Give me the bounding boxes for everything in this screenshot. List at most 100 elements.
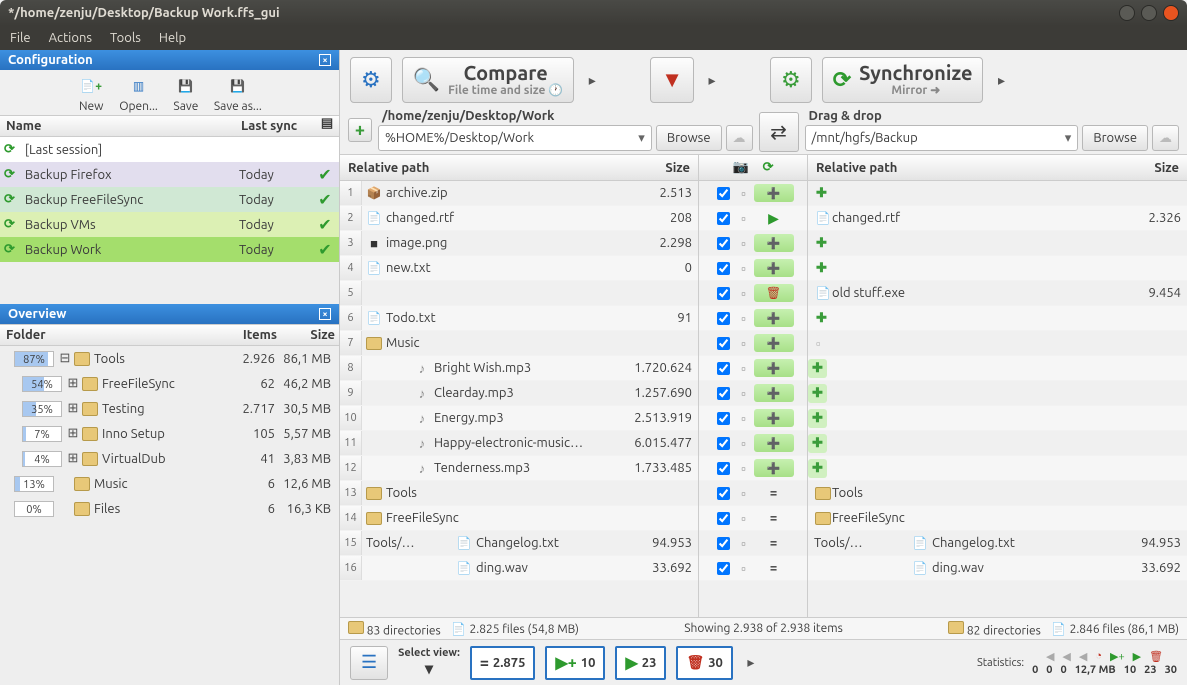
mid-grid-row[interactable]: ▫ [699, 256, 807, 281]
ov-header-folder[interactable]: Folder [0, 325, 233, 345]
mid-grid-row[interactable]: ▫ [699, 431, 807, 456]
overview-row[interactable]: 13%Music612,6 MB [0, 471, 339, 496]
row-checkbox[interactable] [717, 187, 730, 200]
mid-grid-row[interactable]: ▫ [699, 206, 807, 231]
action-icon[interactable] [754, 384, 794, 402]
right-grid-row[interactable]: ding.wav33.692 [808, 556, 1187, 581]
expand-icon[interactable]: ⊞ [66, 451, 80, 466]
action-icon[interactable] [754, 234, 794, 252]
left-grid-row[interactable]: 16ding.wav33.692 [340, 556, 698, 581]
right-grid-row[interactable]: ✚ [808, 406, 1187, 431]
configuration-panel-close-icon[interactable]: × [319, 54, 331, 66]
row-checkbox[interactable] [717, 362, 730, 375]
left-header-relpath[interactable]: Relative path [340, 161, 630, 175]
menu-tools[interactable]: Tools [110, 31, 141, 45]
new-button[interactable]: 📄+New [77, 74, 105, 113]
action-icon[interactable] [754, 210, 794, 227]
right-grid-row[interactable]: ✚ [808, 431, 1187, 456]
compare-settings-button[interactable]: ⚙ [350, 57, 392, 103]
left-grid-row[interactable]: 13Tools [340, 481, 698, 506]
expand-icon[interactable]: ⊞ [66, 426, 80, 441]
right-grid-row[interactable]: Tools/…Changelog.txt94.953 [808, 531, 1187, 556]
right-grid-row[interactable]: changed.rtf2.326 [808, 206, 1187, 231]
mid-grid-row[interactable]: ▫ [699, 381, 807, 406]
action-icon[interactable] [754, 561, 794, 575]
close-button[interactable] [1163, 5, 1179, 21]
row-checkbox[interactable] [717, 212, 730, 225]
mid-grid-row[interactable]: ▫ [699, 506, 807, 531]
left-grid-row[interactable]: 5 [340, 281, 698, 306]
mid-grid-row[interactable]: ▫ [699, 456, 807, 481]
view-list-button[interactable]: ☰ [350, 646, 388, 680]
mid-grid-row[interactable]: ▫ [699, 181, 807, 206]
row-checkbox[interactable] [717, 237, 730, 250]
swap-sides-button[interactable]: ⇄ [759, 112, 799, 152]
overview-row[interactable]: 87%⊟Tools2.92686,1 MB [0, 346, 339, 371]
left-grid-row[interactable]: 7Music [340, 331, 698, 356]
expand-icon[interactable]: ⊞ [66, 401, 80, 416]
overview-row[interactable]: 0%Files616,3 KB [0, 496, 339, 521]
config-row[interactable]: ⟳[Last session] [0, 137, 339, 162]
sync-settings-button[interactable]: ⚙ [770, 57, 812, 103]
row-checkbox[interactable] [717, 462, 730, 475]
left-grid-row[interactable]: 2changed.rtf208 [340, 206, 698, 231]
left-grid-row[interactable]: 12Tenderness.mp31.733.485 [340, 456, 698, 481]
save-button[interactable]: 💾Save [172, 74, 200, 113]
row-checkbox[interactable] [717, 487, 730, 500]
row-checkbox[interactable] [717, 287, 730, 300]
row-checkbox[interactable] [717, 562, 730, 575]
view-create-button[interactable]: ▶23 [615, 646, 666, 680]
cfg-header-lastsync[interactable]: Last sync [235, 116, 315, 136]
mid-grid-row[interactable]: ▫ [699, 406, 807, 431]
mid-grid-row[interactable]: ▫ [699, 556, 807, 581]
add-pair-button[interactable]: + [348, 118, 372, 142]
overview-row[interactable]: 54%⊞FreeFileSync6246,2 MB [0, 371, 339, 396]
minimize-button[interactable] [1119, 5, 1135, 21]
row-checkbox[interactable] [717, 312, 730, 325]
action-icon[interactable] [754, 259, 794, 277]
left-grid-row[interactable]: 10Energy.mp32.513.919 [340, 406, 698, 431]
action-icon[interactable] [754, 486, 794, 500]
overview-row[interactable]: 7%⊞Inno Setup1055,57 MB [0, 421, 339, 446]
view-update-button[interactable]: ▶+10 [545, 646, 605, 680]
right-grid-row[interactable]: ✚ [808, 306, 1187, 331]
row-checkbox[interactable] [717, 387, 730, 400]
menu-file[interactable]: File [10, 31, 31, 45]
right-grid-row[interactable]: ✚ [808, 356, 1187, 381]
right-browse-button[interactable]: Browse [1082, 125, 1148, 151]
right-grid-row[interactable]: ✚ [808, 181, 1187, 206]
action-icon[interactable] [754, 309, 794, 327]
mid-grid-row[interactable]: ▫ [699, 481, 807, 506]
right-grid-row[interactable]: old stuff.exe9.454 [808, 281, 1187, 306]
left-grid-row[interactable]: 9Clearday.mp31.257.690 [340, 381, 698, 406]
sync-dropdown-icon[interactable]: ▸ [993, 72, 1009, 89]
expand-icon[interactable]: ⊞ [66, 376, 80, 391]
action-icon[interactable] [754, 459, 794, 477]
right-cloud-button[interactable]: ☁ [1152, 125, 1179, 151]
open-button[interactable]: ▥Open... [119, 74, 158, 113]
action-icon[interactable] [754, 334, 794, 352]
filter-dropdown-icon[interactable]: ▸ [704, 72, 720, 89]
left-grid-row[interactable]: 6Todo.txt91 [340, 306, 698, 331]
mid-grid-row[interactable]: ▫ [699, 306, 807, 331]
left-grid-row[interactable]: 15Tools/…Changelog.txt94.953 [340, 531, 698, 556]
filter-button[interactable]: ▼ [650, 57, 694, 103]
config-row[interactable]: ⟳Backup WorkToday✔ [0, 237, 339, 262]
config-row[interactable]: ⟳Backup FreeFileSyncToday✔ [0, 187, 339, 212]
saveas-button[interactable]: 💾Save as... [214, 74, 262, 113]
right-grid-row[interactable]: Tools [808, 481, 1187, 506]
left-browse-button[interactable]: Browse [656, 125, 722, 151]
left-path-combo[interactable]: %HOME%/Desktop/Work▾ [378, 125, 652, 151]
menu-help[interactable]: Help [159, 31, 186, 45]
expand-icon[interactable]: ⊟ [58, 351, 72, 366]
view-more-icon[interactable]: ▸ [743, 654, 759, 671]
left-grid-row[interactable]: 1archive.zip2.513 [340, 181, 698, 206]
mid-grid-row[interactable]: ▫ [699, 231, 807, 256]
cfg-header-options-icon[interactable]: ▤ [315, 116, 339, 136]
right-grid-row[interactable]: FreeFileSync [808, 506, 1187, 531]
mid-grid-row[interactable]: ▫ [699, 531, 807, 556]
overview-row[interactable]: 35%⊞Testing2.71730,5 MB [0, 396, 339, 421]
view-delete-button[interactable]: 🗑30 [676, 646, 732, 680]
right-path-combo[interactable]: /mnt/hgfs/Backup▾ [805, 125, 1079, 151]
action-icon[interactable] [754, 359, 794, 377]
